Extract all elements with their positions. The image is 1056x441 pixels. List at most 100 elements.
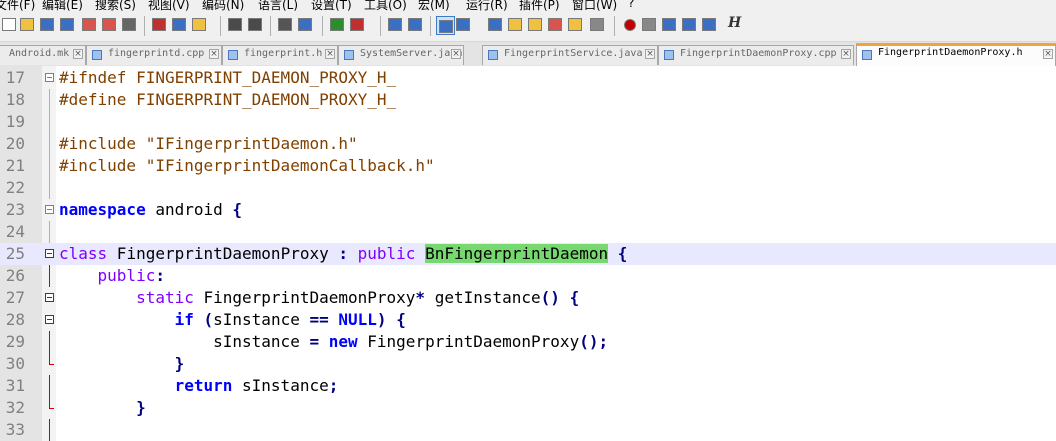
- code-line[interactable]: 24: [0, 221, 1056, 243]
- close-tab-icon[interactable]: ×: [209, 49, 219, 59]
- menu-item-9[interactable]: 运行(R): [466, 0, 508, 11]
- record-macro-icon[interactable]: [620, 15, 640, 35]
- code-line[interactable]: 25 class FingerprintDaemonProxy : public …: [0, 243, 1056, 265]
- menu-item-4[interactable]: 编码(N): [202, 0, 244, 11]
- fold-toggle-icon[interactable]: [45, 249, 54, 258]
- save-icon[interactable]: [38, 15, 58, 35]
- stop-macro-icon[interactable]: [640, 15, 660, 35]
- cut-icon[interactable]: [150, 15, 170, 35]
- tab-systemserver-java[interactable]: SystemServer.java ×: [338, 45, 464, 65]
- menu-item-5[interactable]: 语言(L): [258, 0, 298, 11]
- monitor-icon[interactable]: [588, 15, 608, 35]
- print-glyph: [122, 18, 136, 31]
- code-line[interactable]: 32 }: [0, 397, 1056, 419]
- close-tab-icon[interactable]: ×: [325, 49, 335, 59]
- copy-icon[interactable]: [170, 15, 190, 35]
- file-icon: [228, 50, 238, 60]
- menu-item-11[interactable]: 窗口(W): [572, 0, 617, 11]
- tab-android-mk[interactable]: Android.mk ×: [0, 45, 86, 65]
- doc-map-glyph: [528, 18, 542, 31]
- code-text: }: [59, 397, 146, 419]
- play-macro-icon[interactable]: [660, 15, 680, 35]
- code-line[interactable]: 20 #include "IFingerprintDaemon.h": [0, 133, 1056, 155]
- menu-item-10[interactable]: 插件(P): [519, 0, 560, 11]
- paste-icon[interactable]: [190, 15, 210, 35]
- code-token: sInstance: [59, 332, 310, 351]
- zoom-out-icon[interactable]: [348, 15, 368, 35]
- new-file-icon[interactable]: [0, 15, 20, 35]
- line-number: 20: [5, 134, 25, 153]
- undo-icon[interactable]: [226, 15, 246, 35]
- fold-toggle-icon[interactable]: [45, 293, 54, 302]
- tab-fingerprint-h[interactable]: fingerprint.h ×: [222, 45, 338, 65]
- code-line[interactable]: 22: [0, 177, 1056, 199]
- tab-fingerprintdaemonproxy-cpp[interactable]: FingerprintDaemonProxy.cpp ×: [658, 45, 854, 65]
- language-icon[interactable]: [506, 15, 526, 35]
- code-line[interactable]: 26 public:: [0, 265, 1056, 287]
- code-token: return: [174, 376, 233, 395]
- close-icon[interactable]: [80, 15, 100, 35]
- word-wrap-icon[interactable]: [436, 16, 455, 35]
- sync-vertical-icon[interactable]: [386, 15, 406, 35]
- folder-workspace-icon[interactable]: [566, 15, 586, 35]
- show-all-chars-icon[interactable]: [454, 15, 474, 35]
- code-line[interactable]: 19: [0, 111, 1056, 133]
- menu-item-3[interactable]: 视图(V): [148, 0, 190, 11]
- menu-item-2[interactable]: 搜索(S): [95, 0, 136, 11]
- function-list-glyph: [548, 18, 562, 31]
- code-token: sInstance: [213, 310, 310, 329]
- code-line[interactable]: 18 #define FINGERPRINT_DAEMON_PROXY_H_: [0, 89, 1056, 111]
- code-text: namespace android {: [59, 199, 242, 221]
- code-line[interactable]: 30 }: [0, 353, 1056, 375]
- indent-guide-icon[interactable]: [486, 15, 506, 35]
- code-line[interactable]: 17 #ifndef FINGERPRINT_DAEMON_PROXY_H_: [0, 67, 1056, 89]
- code-token: (: [203, 310, 214, 329]
- close-tab-icon[interactable]: ×: [1043, 49, 1053, 59]
- close-tab-icon[interactable]: ×: [841, 49, 851, 59]
- menu-item-6[interactable]: 设置(T): [311, 0, 352, 11]
- function-list-icon[interactable]: [546, 15, 566, 35]
- zoom-in-icon[interactable]: [328, 15, 348, 35]
- menu-item-7[interactable]: 工具(O): [364, 0, 407, 11]
- close-tab-icon[interactable]: ×: [73, 49, 83, 59]
- code-line[interactable]: 29 sInstance = new FingerprintDaemonProx…: [0, 331, 1056, 353]
- fold-toggle-icon[interactable]: [45, 315, 54, 324]
- sync-horizontal-icon[interactable]: [406, 15, 426, 35]
- print-icon[interactable]: [120, 15, 140, 35]
- menu-item-12[interactable]: ?: [628, 0, 634, 10]
- code-line[interactable]: 23 namespace android {: [0, 199, 1056, 221]
- code-editor[interactable]: 17 #ifndef FINGERPRINT_DAEMON_PROXY_H_ 18 #…: [0, 66, 1056, 441]
- fold-toggle-icon[interactable]: [45, 73, 54, 82]
- hex-editor-icon[interactable]: H: [724, 15, 744, 35]
- open-file-icon[interactable]: [18, 15, 38, 35]
- code-line[interactable]: 33: [0, 419, 1056, 441]
- tab-fingerprintdaemonproxy-h[interactable]: FingerprintDaemonProxy.h ×: [856, 43, 1056, 66]
- run-macro-multiple-icon[interactable]: [680, 15, 700, 35]
- save-all-icon[interactable]: [58, 15, 78, 35]
- line-number: 22: [5, 178, 25, 197]
- code-token: sInstance: [232, 376, 329, 395]
- fold-toggle-icon[interactable]: [45, 205, 54, 214]
- close-tab-icon[interactable]: ×: [451, 49, 461, 59]
- file-icon: [344, 50, 354, 60]
- tab-label: fingerprint.h: [244, 48, 323, 59]
- tab-fingerprintservice-java[interactable]: FingerprintService.java ×: [482, 45, 658, 65]
- code-line[interactable]: 28 if (sInstance == NULL) {: [0, 309, 1056, 331]
- find-icon[interactable]: [276, 15, 296, 35]
- redo-icon[interactable]: [246, 15, 266, 35]
- tab-fingerprintd-cpp[interactable]: fingerprintd.cpp ×: [86, 45, 222, 65]
- code-line[interactable]: 31 return sInstance;: [0, 375, 1056, 397]
- line-number: 30: [5, 354, 25, 373]
- code-line[interactable]: 27 static FingerprintDaemonProxy* getIns…: [0, 287, 1056, 309]
- code-text: #include "IFingerprintDaemonCallback.h": [59, 155, 435, 177]
- replace-icon[interactable]: [296, 15, 316, 35]
- save-macro-icon[interactable]: [700, 15, 720, 35]
- menu-item-1[interactable]: 编辑(E): [42, 0, 83, 11]
- code-line[interactable]: 21 #include "IFingerprintDaemonCallback.h…: [0, 155, 1056, 177]
- close-tab-icon[interactable]: ×: [645, 49, 655, 59]
- doc-map-icon[interactable]: [526, 15, 546, 35]
- close-all-icon[interactable]: [100, 15, 120, 35]
- menu-item-8[interactable]: 宏(M): [418, 0, 450, 11]
- menu-item-0[interactable]: 文件(F): [0, 0, 35, 11]
